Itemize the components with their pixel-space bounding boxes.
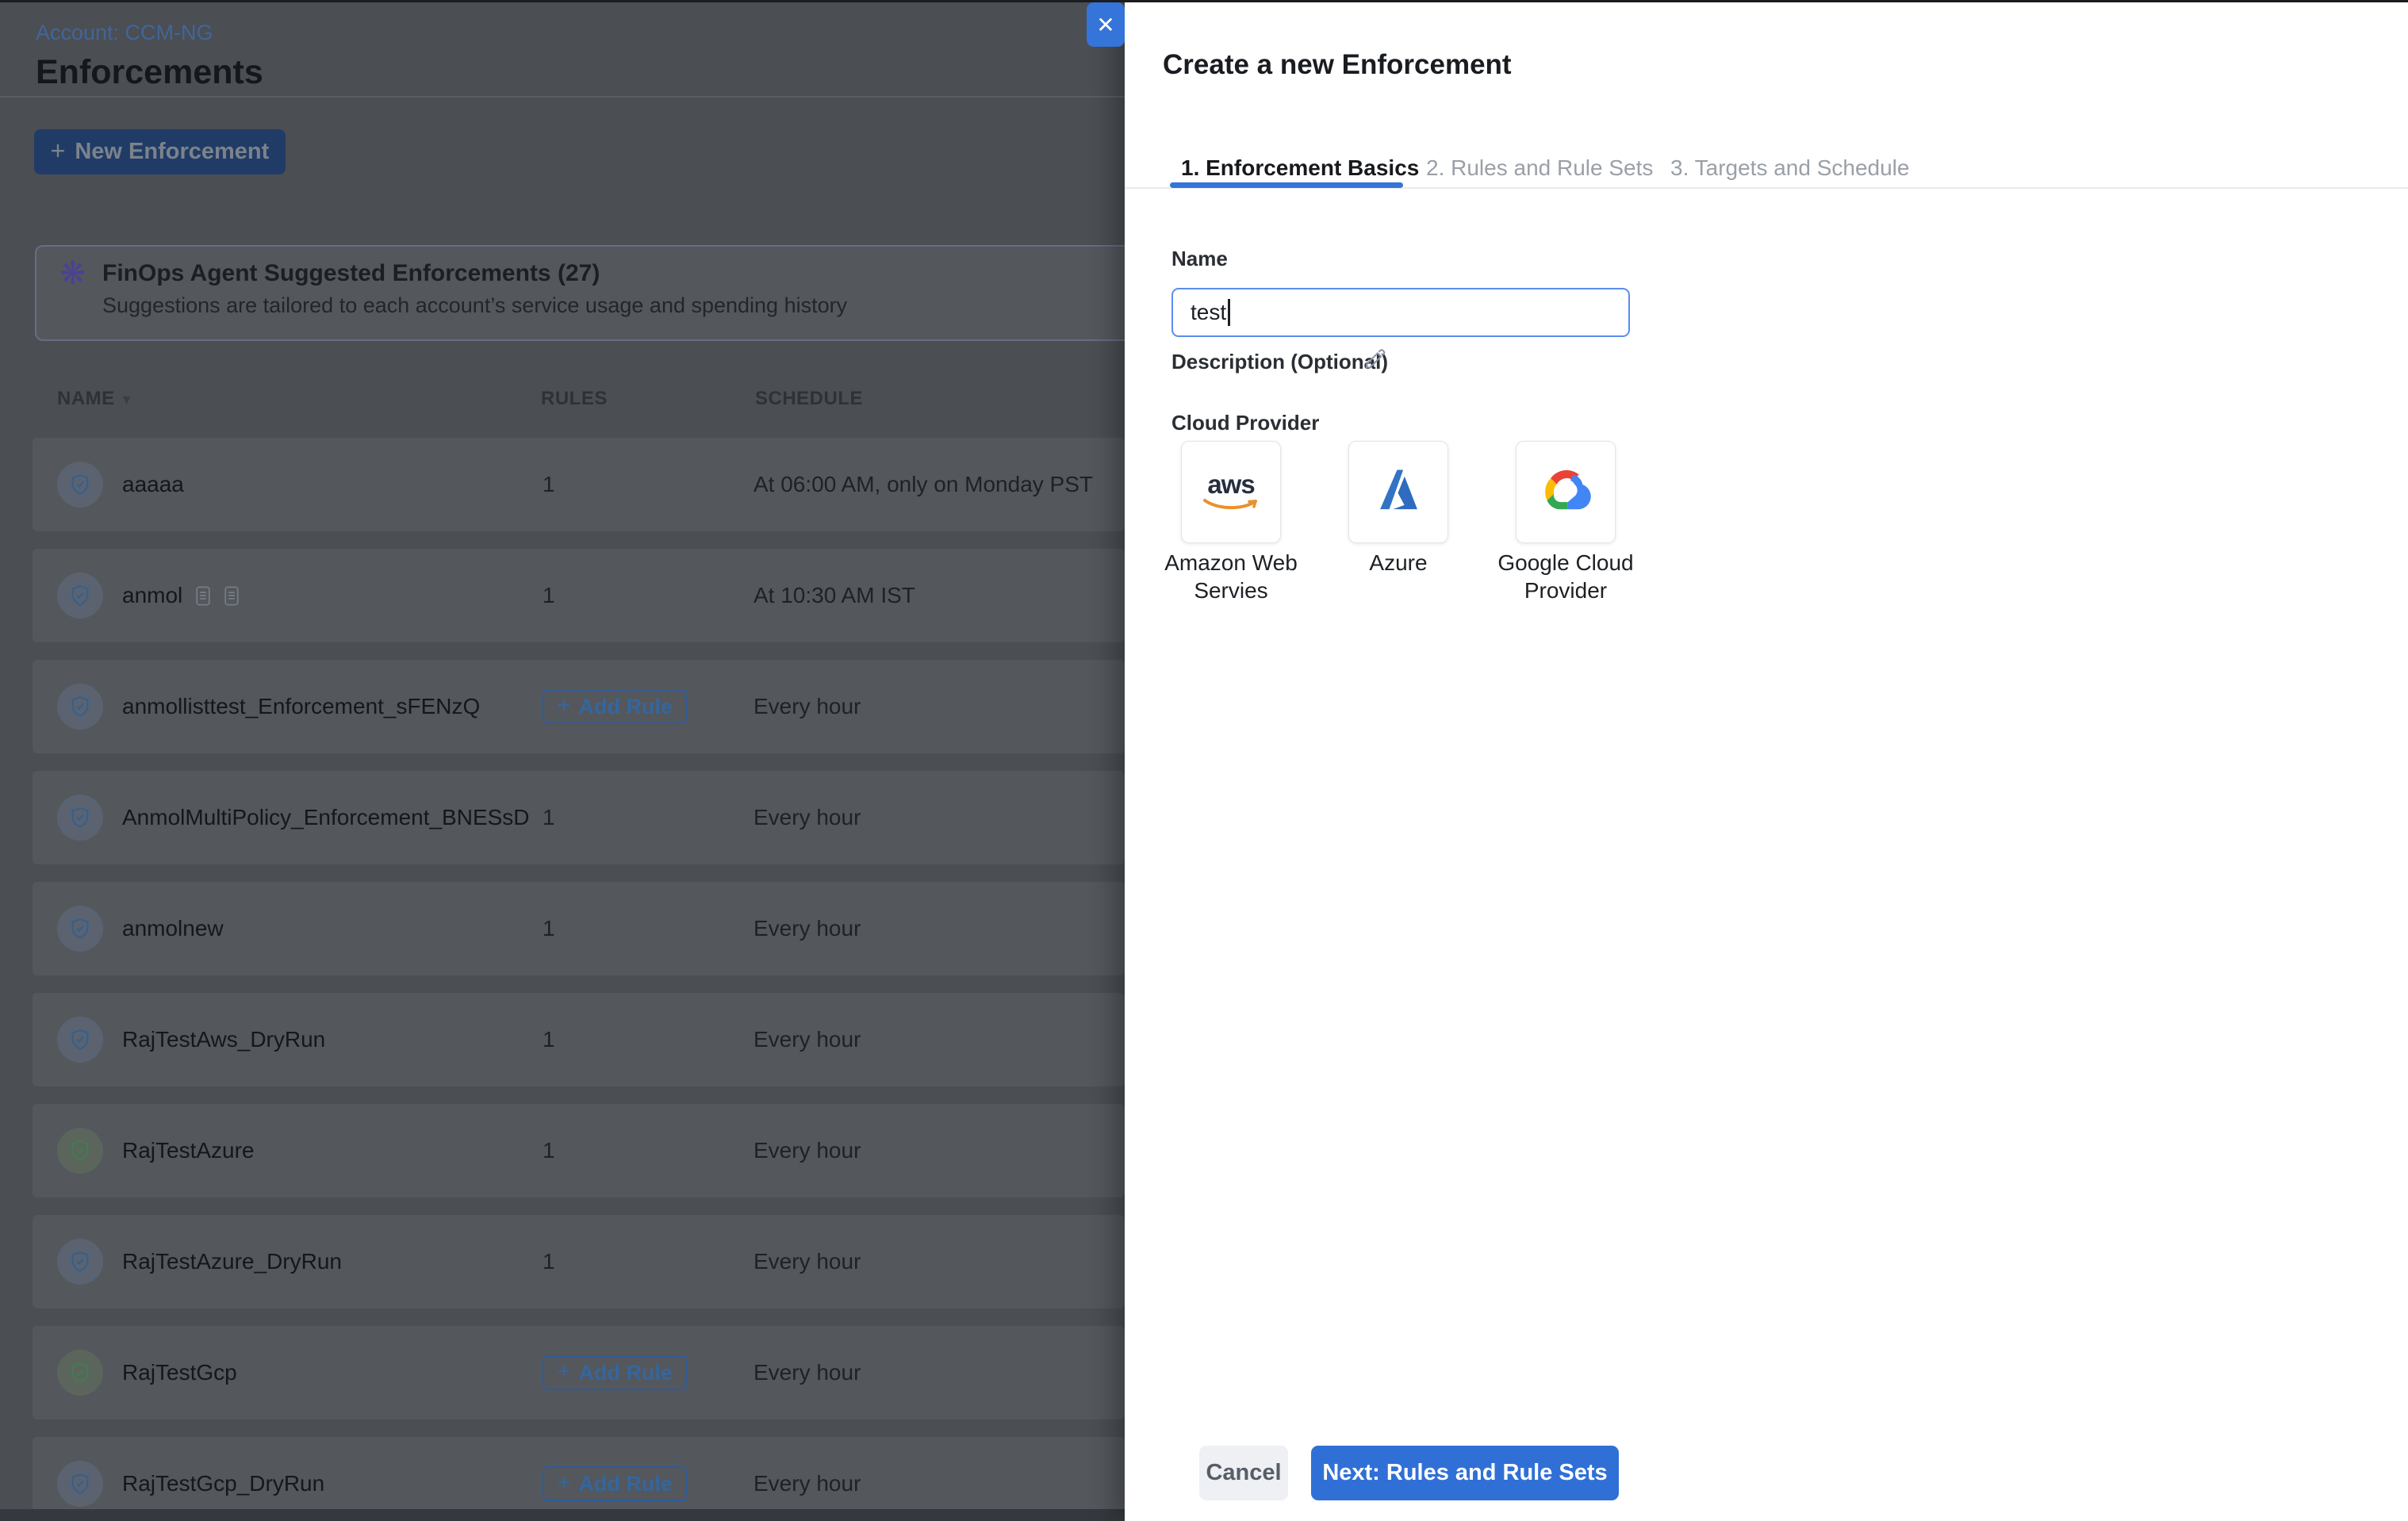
name-input-value: test (1191, 300, 1226, 325)
tab-enforcement-basics[interactable]: 1. Enforcement Basics (1181, 152, 1419, 184)
description-label: Description (Optional) (1171, 350, 1388, 374)
gcp-logo-icon (1540, 469, 1592, 515)
close-icon: ✕ (1096, 12, 1114, 38)
azure-logo-icon (1374, 468, 1423, 516)
drawer-title: Create a new Enforcement (1163, 49, 1512, 81)
close-drawer-button[interactable]: ✕ (1087, 2, 1125, 47)
aws-logo-icon: aws (1202, 473, 1260, 512)
next-button[interactable]: Next: Rules and Rule Sets (1311, 1446, 1619, 1500)
create-enforcement-drawer: Create a new Enforcement 1. Enforcement … (1125, 0, 2408, 1521)
active-tab-indicator (1170, 182, 1403, 188)
cloud-provider-label: Cloud Provider (1171, 411, 1319, 435)
window-top-edge (0, 0, 2408, 2)
provider-card-azure[interactable] (1348, 441, 1448, 543)
enforcements-page: Account: CCM-NG Enforcements + New Enfor… (0, 0, 1125, 1521)
provider-label-azure: Azure (1323, 549, 1474, 577)
provider-card-aws[interactable]: aws (1181, 441, 1281, 543)
name-input[interactable]: test (1171, 288, 1630, 337)
provider-label-gcp: Google Cloud Provider (1490, 549, 1641, 604)
edit-pencil-icon[interactable] (1363, 346, 1386, 370)
cancel-button[interactable]: Cancel (1199, 1446, 1288, 1500)
tab-targets-and-schedule[interactable]: 3. Targets and Schedule (1670, 152, 1909, 184)
screen: Account: CCM-NG Enforcements + New Enfor… (0, 0, 2408, 1521)
provider-label-aws: Amazon Web Servies (1156, 549, 1306, 604)
provider-card-gcp[interactable] (1516, 441, 1616, 543)
drawer-backdrop[interactable] (0, 0, 1125, 1521)
tab-rules-and-rule-sets[interactable]: 2. Rules and Rule Sets (1426, 152, 1653, 184)
name-label: Name (1171, 247, 1228, 271)
text-cursor (1228, 299, 1230, 326)
